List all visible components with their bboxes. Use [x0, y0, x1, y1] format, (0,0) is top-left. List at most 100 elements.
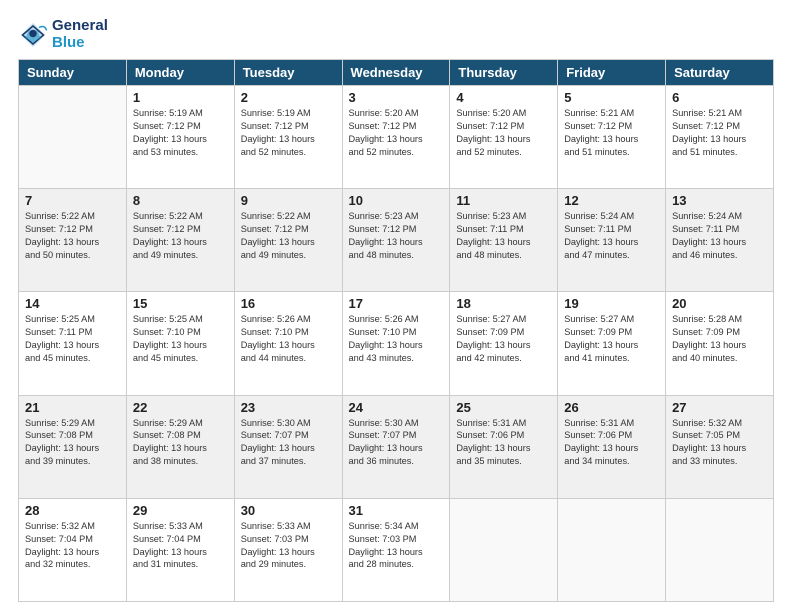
- calendar-day-header: Monday: [126, 60, 234, 86]
- calendar-cell: 20 Sunrise: 5:28 AM Sunset: 7:09 PM Dayli…: [666, 292, 774, 395]
- day-info: Sunrise: 5:29 AM Sunset: 7:08 PM Dayligh…: [25, 417, 120, 469]
- day-number: 26: [564, 400, 659, 415]
- day-number: 31: [349, 503, 444, 518]
- calendar-cell: 4Sunrise: 5:20 AM Sunset: 7:12 PM Daylig…: [450, 86, 558, 189]
- calendar-cell: 24 Sunrise: 5:30 AM Sunset: 7:07 PM Dayli…: [342, 395, 450, 498]
- day-info: Sunrise: 5:29 AM Sunset: 7:08 PM Dayligh…: [133, 417, 228, 469]
- calendar-cell: 25 Sunrise: 5:31 AM Sunset: 7:06 PM Dayli…: [450, 395, 558, 498]
- day-info: Sunrise: 5:32 AM Sunset: 7:05 PM Dayligh…: [672, 417, 767, 469]
- calendar-cell: 13Sunrise: 5:24 AM Sunset: 7:11 PM Dayli…: [666, 189, 774, 292]
- day-info: Sunrise: 5:20 AM Sunset: 7:12 PM Dayligh…: [456, 107, 551, 159]
- day-info: Sunrise: 5:28 AM Sunset: 7:09 PM Dayligh…: [672, 313, 767, 365]
- day-number: 19: [564, 296, 659, 311]
- calendar-week-row: 1 Sunrise: 5:19 AM Sunset: 7:12 PM Daylig…: [19, 86, 774, 189]
- calendar-week-row: 7 Sunrise: 5:22 AM Sunset: 7:12 PM Daylig…: [19, 189, 774, 292]
- calendar-cell: 17 Sunrise: 5:26 AM Sunset: 7:10 PM Dayli…: [342, 292, 450, 395]
- day-number: 1: [133, 90, 228, 105]
- day-info: Sunrise: 5:26 AM Sunset: 7:10 PM Dayligh…: [241, 313, 336, 365]
- calendar-cell: [450, 498, 558, 601]
- calendar-cell: 2 Sunrise: 5:19 AM Sunset: 7:12 PM Daylig…: [234, 86, 342, 189]
- day-info: Sunrise: 5:30 AM Sunset: 7:07 PM Dayligh…: [241, 417, 336, 469]
- day-info: Sunrise: 5:26 AM Sunset: 7:10 PM Dayligh…: [349, 313, 444, 365]
- calendar-day-header: Thursday: [450, 60, 558, 86]
- calendar-cell: 31 Sunrise: 5:34 AM Sunset: 7:03 PM Dayli…: [342, 498, 450, 601]
- page: General Blue SundayMondayTuesdayWednesda…: [0, 0, 792, 612]
- day-info: Sunrise: 5:33 AM Sunset: 7:03 PM Dayligh…: [241, 520, 336, 572]
- day-number: 23: [241, 400, 336, 415]
- calendar-cell: 9Sunrise: 5:22 AM Sunset: 7:12 PM Daylig…: [234, 189, 342, 292]
- calendar-cell: [558, 498, 666, 601]
- day-info: Sunrise: 5:24 AM Sunset: 7:11 PM Dayligh…: [564, 210, 659, 262]
- day-info: Sunrise: 5:27 AM Sunset: 7:09 PM Dayligh…: [456, 313, 551, 365]
- day-number: 17: [349, 296, 444, 311]
- day-number: 29: [133, 503, 228, 518]
- day-info: Sunrise: 5:19 AM Sunset: 7:12 PM Dayligh…: [133, 107, 228, 159]
- calendar-week-row: 28 Sunrise: 5:32 AM Sunset: 7:04 PM Dayli…: [19, 498, 774, 601]
- day-number: 21: [25, 400, 120, 415]
- day-info: Sunrise: 5:20 AM Sunset: 7:12 PM Dayligh…: [349, 107, 444, 159]
- day-info: Sunrise: 5:31 AM Sunset: 7:06 PM Dayligh…: [456, 417, 551, 469]
- day-info: Sunrise: 5:33 AM Sunset: 7:04 PM Dayligh…: [133, 520, 228, 572]
- day-info: Sunrise: 5:27 AM Sunset: 7:09 PM Dayligh…: [564, 313, 659, 365]
- calendar-cell: 28 Sunrise: 5:32 AM Sunset: 7:04 PM Dayli…: [19, 498, 127, 601]
- day-number: 5: [564, 90, 659, 105]
- calendar-cell: 18 Sunrise: 5:27 AM Sunset: 7:09 PM Dayli…: [450, 292, 558, 395]
- calendar-cell: 7 Sunrise: 5:22 AM Sunset: 7:12 PM Daylig…: [19, 189, 127, 292]
- calendar-day-header: Sunday: [19, 60, 127, 86]
- logo-text: General Blue: [52, 18, 108, 51]
- calendar-cell: [19, 86, 127, 189]
- calendar-cell: 11Sunrise: 5:23 AM Sunset: 7:11 PM Dayli…: [450, 189, 558, 292]
- day-info: Sunrise: 5:32 AM Sunset: 7:04 PM Dayligh…: [25, 520, 120, 572]
- day-number: 15: [133, 296, 228, 311]
- day-number: 2: [241, 90, 336, 105]
- day-number: 3: [349, 90, 444, 105]
- day-info: Sunrise: 5:34 AM Sunset: 7:03 PM Dayligh…: [349, 520, 444, 572]
- calendar-cell: 12 Sunrise: 5:24 AM Sunset: 7:11 PM Dayli…: [558, 189, 666, 292]
- day-info: Sunrise: 5:31 AM Sunset: 7:06 PM Dayligh…: [564, 417, 659, 469]
- day-number: 18: [456, 296, 551, 311]
- day-number: 10: [349, 193, 444, 208]
- calendar-cell: 22Sunrise: 5:29 AM Sunset: 7:08 PM Dayli…: [126, 395, 234, 498]
- day-info: Sunrise: 5:25 AM Sunset: 7:10 PM Dayligh…: [133, 313, 228, 365]
- day-number: 12: [564, 193, 659, 208]
- calendar-day-header: Saturday: [666, 60, 774, 86]
- day-info: Sunrise: 5:19 AM Sunset: 7:12 PM Dayligh…: [241, 107, 336, 159]
- calendar-cell: 3 Sunrise: 5:20 AM Sunset: 7:12 PM Daylig…: [342, 86, 450, 189]
- calendar-cell: 15 Sunrise: 5:25 AM Sunset: 7:10 PM Dayli…: [126, 292, 234, 395]
- calendar-cell: 23 Sunrise: 5:30 AM Sunset: 7:07 PM Dayli…: [234, 395, 342, 498]
- calendar-cell: 10Sunrise: 5:23 AM Sunset: 7:12 PM Dayli…: [342, 189, 450, 292]
- calendar-cell: 26 Sunrise: 5:31 AM Sunset: 7:06 PM Dayli…: [558, 395, 666, 498]
- logo-icon: [18, 20, 48, 50]
- calendar-day-header: Wednesday: [342, 60, 450, 86]
- day-number: 6: [672, 90, 767, 105]
- day-number: 25: [456, 400, 551, 415]
- day-number: 16: [241, 296, 336, 311]
- calendar-cell: 6 Sunrise: 5:21 AM Sunset: 7:12 PM Daylig…: [666, 86, 774, 189]
- day-info: Sunrise: 5:30 AM Sunset: 7:07 PM Dayligh…: [349, 417, 444, 469]
- day-info: Sunrise: 5:23 AM Sunset: 7:11 PM Dayligh…: [456, 210, 551, 262]
- day-number: 24: [349, 400, 444, 415]
- calendar-cell: [666, 498, 774, 601]
- day-number: 7: [25, 193, 120, 208]
- day-info: Sunrise: 5:25 AM Sunset: 7:11 PM Dayligh…: [25, 313, 120, 365]
- day-number: 20: [672, 296, 767, 311]
- calendar-week-row: 14Sunrise: 5:25 AM Sunset: 7:11 PM Dayli…: [19, 292, 774, 395]
- calendar-day-header: Friday: [558, 60, 666, 86]
- calendar-cell: 27Sunrise: 5:32 AM Sunset: 7:05 PM Dayli…: [666, 395, 774, 498]
- calendar-cell: 29 Sunrise: 5:33 AM Sunset: 7:04 PM Dayli…: [126, 498, 234, 601]
- header: General Blue: [18, 18, 774, 51]
- calendar-cell: 5 Sunrise: 5:21 AM Sunset: 7:12 PM Daylig…: [558, 86, 666, 189]
- day-info: Sunrise: 5:21 AM Sunset: 7:12 PM Dayligh…: [672, 107, 767, 159]
- day-number: 8: [133, 193, 228, 208]
- calendar-day-header: Tuesday: [234, 60, 342, 86]
- calendar-table: SundayMondayTuesdayWednesdayThursdayFrid…: [18, 59, 774, 602]
- calendar-cell: 16 Sunrise: 5:26 AM Sunset: 7:10 PM Dayli…: [234, 292, 342, 395]
- day-info: Sunrise: 5:22 AM Sunset: 7:12 PM Dayligh…: [241, 210, 336, 262]
- day-number: 28: [25, 503, 120, 518]
- day-info: Sunrise: 5:21 AM Sunset: 7:12 PM Dayligh…: [564, 107, 659, 159]
- calendar-cell: 1 Sunrise: 5:19 AM Sunset: 7:12 PM Daylig…: [126, 86, 234, 189]
- calendar-header-row: SundayMondayTuesdayWednesdayThursdayFrid…: [19, 60, 774, 86]
- calendar-cell: 8Sunrise: 5:22 AM Sunset: 7:12 PM Daylig…: [126, 189, 234, 292]
- day-info: Sunrise: 5:22 AM Sunset: 7:12 PM Dayligh…: [25, 210, 120, 262]
- day-number: 30: [241, 503, 336, 518]
